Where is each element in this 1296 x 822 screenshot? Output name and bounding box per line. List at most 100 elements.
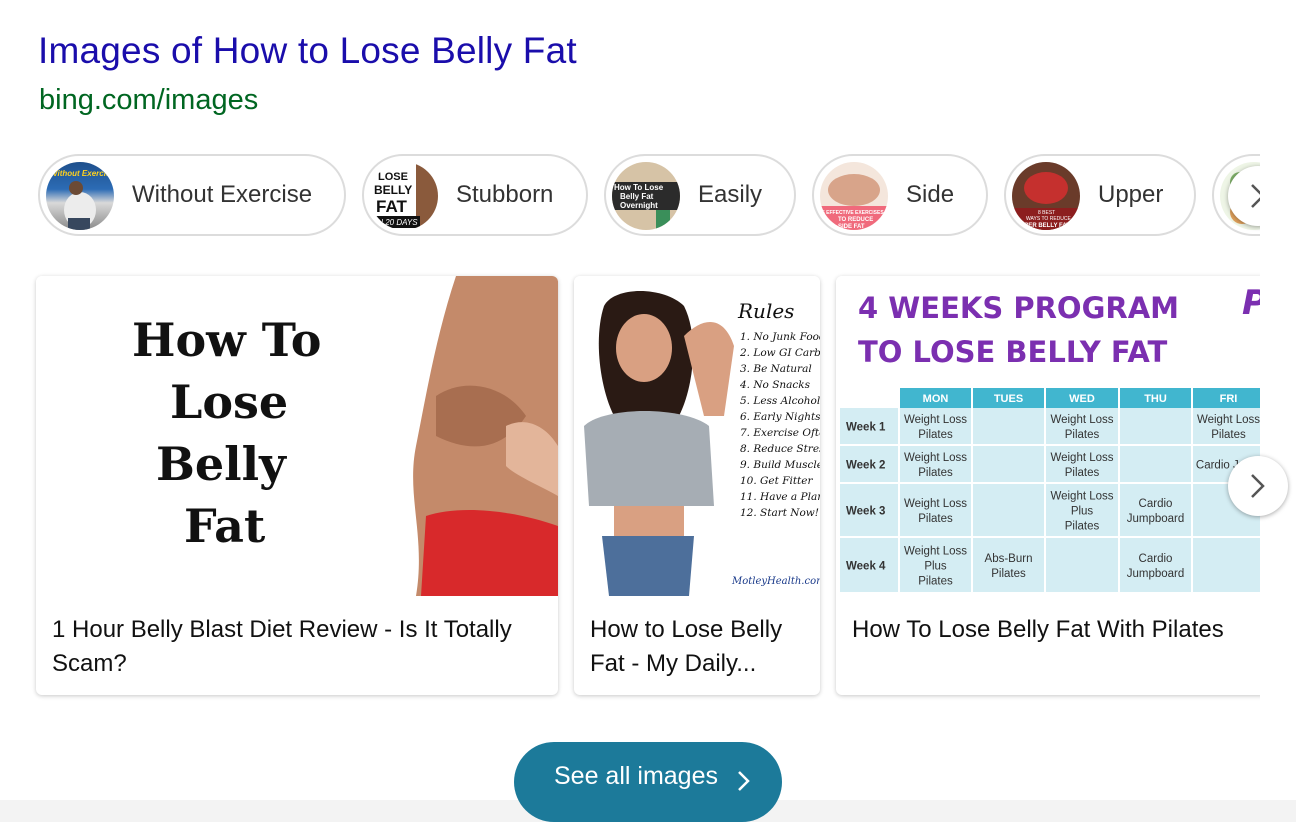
table-cell-text: Weight Loss [904, 546, 967, 558]
images-answer-card: Images of How to Lose Belly Fat bing.com… [0, 0, 1296, 822]
svg-text:How To Lose: How To Lose [614, 183, 664, 192]
result-image: 4 WEEKS PROGRAM TO LOSE BELLY FAT P MON T… [836, 276, 1296, 596]
table-cell-text: Pilates [991, 568, 1026, 580]
svg-text:4 WEEKS PROGRAM: 4 WEEKS PROGRAM [858, 291, 1179, 325]
table-cell-text: Abs-Burn [985, 553, 1033, 565]
table-cell [1120, 408, 1191, 444]
table-cell [1120, 484, 1191, 536]
chip-label: Upper [1098, 181, 1164, 208]
person-photo-icon: Without Exercise [50, 169, 114, 230]
chip-label: Stubborn [456, 181, 554, 208]
result-url: bing.com/images [39, 84, 259, 116]
table-cell [1193, 538, 1264, 592]
svg-text:10. Get Fitter: 10. Get Fitter [740, 475, 813, 487]
svg-text:3. Be Natural: 3. Be Natural [740, 363, 812, 375]
chip-upper[interactable]: 8 BEST WAYS TO REDUCE UPPER BELLY FAT Up… [1004, 154, 1196, 236]
table-cell-text: Plus [1071, 506, 1094, 518]
table-header-label: THU [1144, 393, 1167, 405]
table-cell-text: Pilates [918, 513, 953, 525]
svg-text:Belly: Belly [156, 437, 287, 491]
svg-text:Without Exercise: Without Exercise [50, 169, 114, 178]
table-row-label: Week 4 [846, 561, 886, 573]
chip-side[interactable]: 5 EFFECTIVE EXERCISES TO REDUCE SIDE FAT… [812, 154, 988, 236]
svg-text:Lose: Lose [170, 375, 288, 429]
chip-label: Without Exercise [132, 181, 313, 208]
table-cell-text: Pilates [1065, 521, 1100, 533]
images-next-button[interactable] [1228, 456, 1288, 516]
table-row-label: Week 2 [846, 460, 885, 472]
chip-without-exercise[interactable]: Without Exercise Without Exercise [38, 154, 346, 236]
table-cell-text: Weight Loss [1197, 414, 1260, 426]
svg-text:LOSE: LOSE [378, 171, 408, 183]
svg-text:5 EFFECTIVE EXERCISES: 5 EFFECTIVE EXERCISES [822, 210, 884, 216]
svg-text:Fat: Fat [184, 499, 266, 553]
woman-rules-image: Rules 1. No Junk Food 2. Low GI Carbs 3.… [584, 291, 820, 596]
svg-text:IN 20 DAYS: IN 20 DAYS [375, 218, 418, 227]
table-header-label: TUES [994, 393, 1023, 405]
svg-text:6. Early Nights: 6. Early Nights [740, 411, 820, 423]
table-cell [1120, 446, 1191, 482]
svg-text:9. Build Muscle: 9. Build Muscle [740, 459, 820, 471]
carousel-edge [1260, 150, 1296, 710]
table-cell [1046, 538, 1118, 592]
see-all-images-button[interactable]: See all images [514, 742, 782, 822]
table-cell-text: Plus [924, 561, 947, 573]
svg-text:TO LOSE BELLY FAT: TO LOSE BELLY FAT [858, 335, 1168, 369]
svg-text:Belly Fat: Belly Fat [620, 192, 654, 201]
table-cell-text: Weight Loss [1050, 452, 1113, 464]
chip-thumbnail: 5 EFFECTIVE EXERCISES TO REDUCE SIDE FAT [820, 162, 888, 230]
chevron-right-icon [1251, 474, 1265, 498]
belly-graphic-icon: LOSE BELLY FAT IN 20 DAYS [372, 162, 438, 230]
table-cell-text: Pilates [1065, 467, 1100, 479]
result-image: How To Lose Belly Fat [36, 276, 558, 596]
table-row-label: Week 1 [846, 422, 886, 434]
table-row-label: Week 3 [846, 506, 885, 518]
table-cell-text: Weight Loss [904, 498, 967, 510]
see-all-label: See all images [554, 762, 718, 790]
table-cell-text: Pilates [918, 429, 953, 441]
chip-thumbnail: How To Lose Belly Fat Overnight [612, 162, 680, 230]
table-cell-text: Weight Loss [1050, 491, 1113, 503]
chip-stubborn[interactable]: LOSE BELLY FAT IN 20 DAYS Stubborn [362, 154, 588, 236]
chip-thumbnail: Without Exercise [46, 162, 114, 230]
image-result-card[interactable]: How To Lose Belly Fat 1 Hour Belly Blast… [36, 276, 558, 695]
chip-thumbnail: 8 BEST WAYS TO REDUCE UPPER BELLY FAT [1012, 162, 1080, 230]
chip-label: Easily [698, 181, 763, 208]
svg-text:12. Start Now!: 12. Start Now! [740, 507, 819, 519]
image-caption: How To Lose Belly Fat With Pilates [852, 616, 1224, 643]
svg-text:5. Less Alcohol: 5. Less Alcohol [740, 395, 820, 407]
table-cell-text: Jumpboard [1127, 568, 1185, 580]
svg-text:BELLY: BELLY [374, 183, 412, 197]
table-cell-text: Pilates [1065, 429, 1100, 441]
belly-photo-image: How To Lose Belly Fat [132, 276, 558, 596]
svg-text:8. Reduce Stres: 8. Reduce Stres [740, 443, 820, 455]
svg-text:2. Low GI Carbs: 2. Low GI Carbs [739, 347, 820, 359]
svg-text:UPPER BELLY FAT: UPPER BELLY FAT [1016, 223, 1070, 229]
table-cell [1120, 538, 1191, 592]
svg-text:FAT: FAT [376, 197, 407, 216]
chip-thumbnail: LOSE BELLY FAT IN 20 DAYS [370, 162, 438, 230]
image-result-card[interactable]: Rules 1. No Junk Food 2. Low GI Carbs 3.… [574, 276, 820, 695]
svg-text:TO REDUCE: TO REDUCE [838, 217, 873, 223]
chip-easily[interactable]: How To Lose Belly Fat Overnight Easily [604, 154, 796, 236]
belly-graphic-icon: 5 EFFECTIVE EXERCISES TO REDUCE SIDE FAT [820, 174, 888, 230]
chip-label: Side [906, 181, 955, 208]
svg-text:WAYS TO REDUCE: WAYS TO REDUCE [1026, 216, 1071, 222]
image-result-card[interactable]: 4 WEEKS PROGRAM TO LOSE BELLY FAT P MON T… [836, 276, 1296, 695]
table-cell-text: Weight Loss [904, 452, 967, 464]
svg-text:4. No Snacks: 4. No Snacks [739, 379, 811, 391]
table-cell-text: Pilates [918, 467, 953, 479]
related-chips-row: Without Exercise Without Exercise LOSE B… [38, 154, 1260, 240]
table-cell-text: Jumpboard [1127, 513, 1185, 525]
image-caption: How to Lose Belly Fat - My Daily... [590, 616, 783, 677]
svg-text:SIDE FAT: SIDE FAT [838, 224, 865, 230]
table-cell-text: Weight Loss [1050, 414, 1113, 426]
table-cell [900, 484, 971, 536]
belly-graphic-icon: How To Lose Belly Fat Overnight [612, 182, 680, 230]
table-cell-text: Weight Loss [904, 414, 967, 426]
table-cell [973, 538, 1044, 592]
svg-text:Overnight: Overnight [620, 201, 658, 210]
result-title-link[interactable]: Images of How to Lose Belly Fat [38, 30, 577, 72]
svg-text:1. No Junk Food: 1. No Junk Food [740, 331, 820, 343]
image-caption: 1 Hour Belly Blast Diet Review - Is It T… [52, 616, 512, 677]
